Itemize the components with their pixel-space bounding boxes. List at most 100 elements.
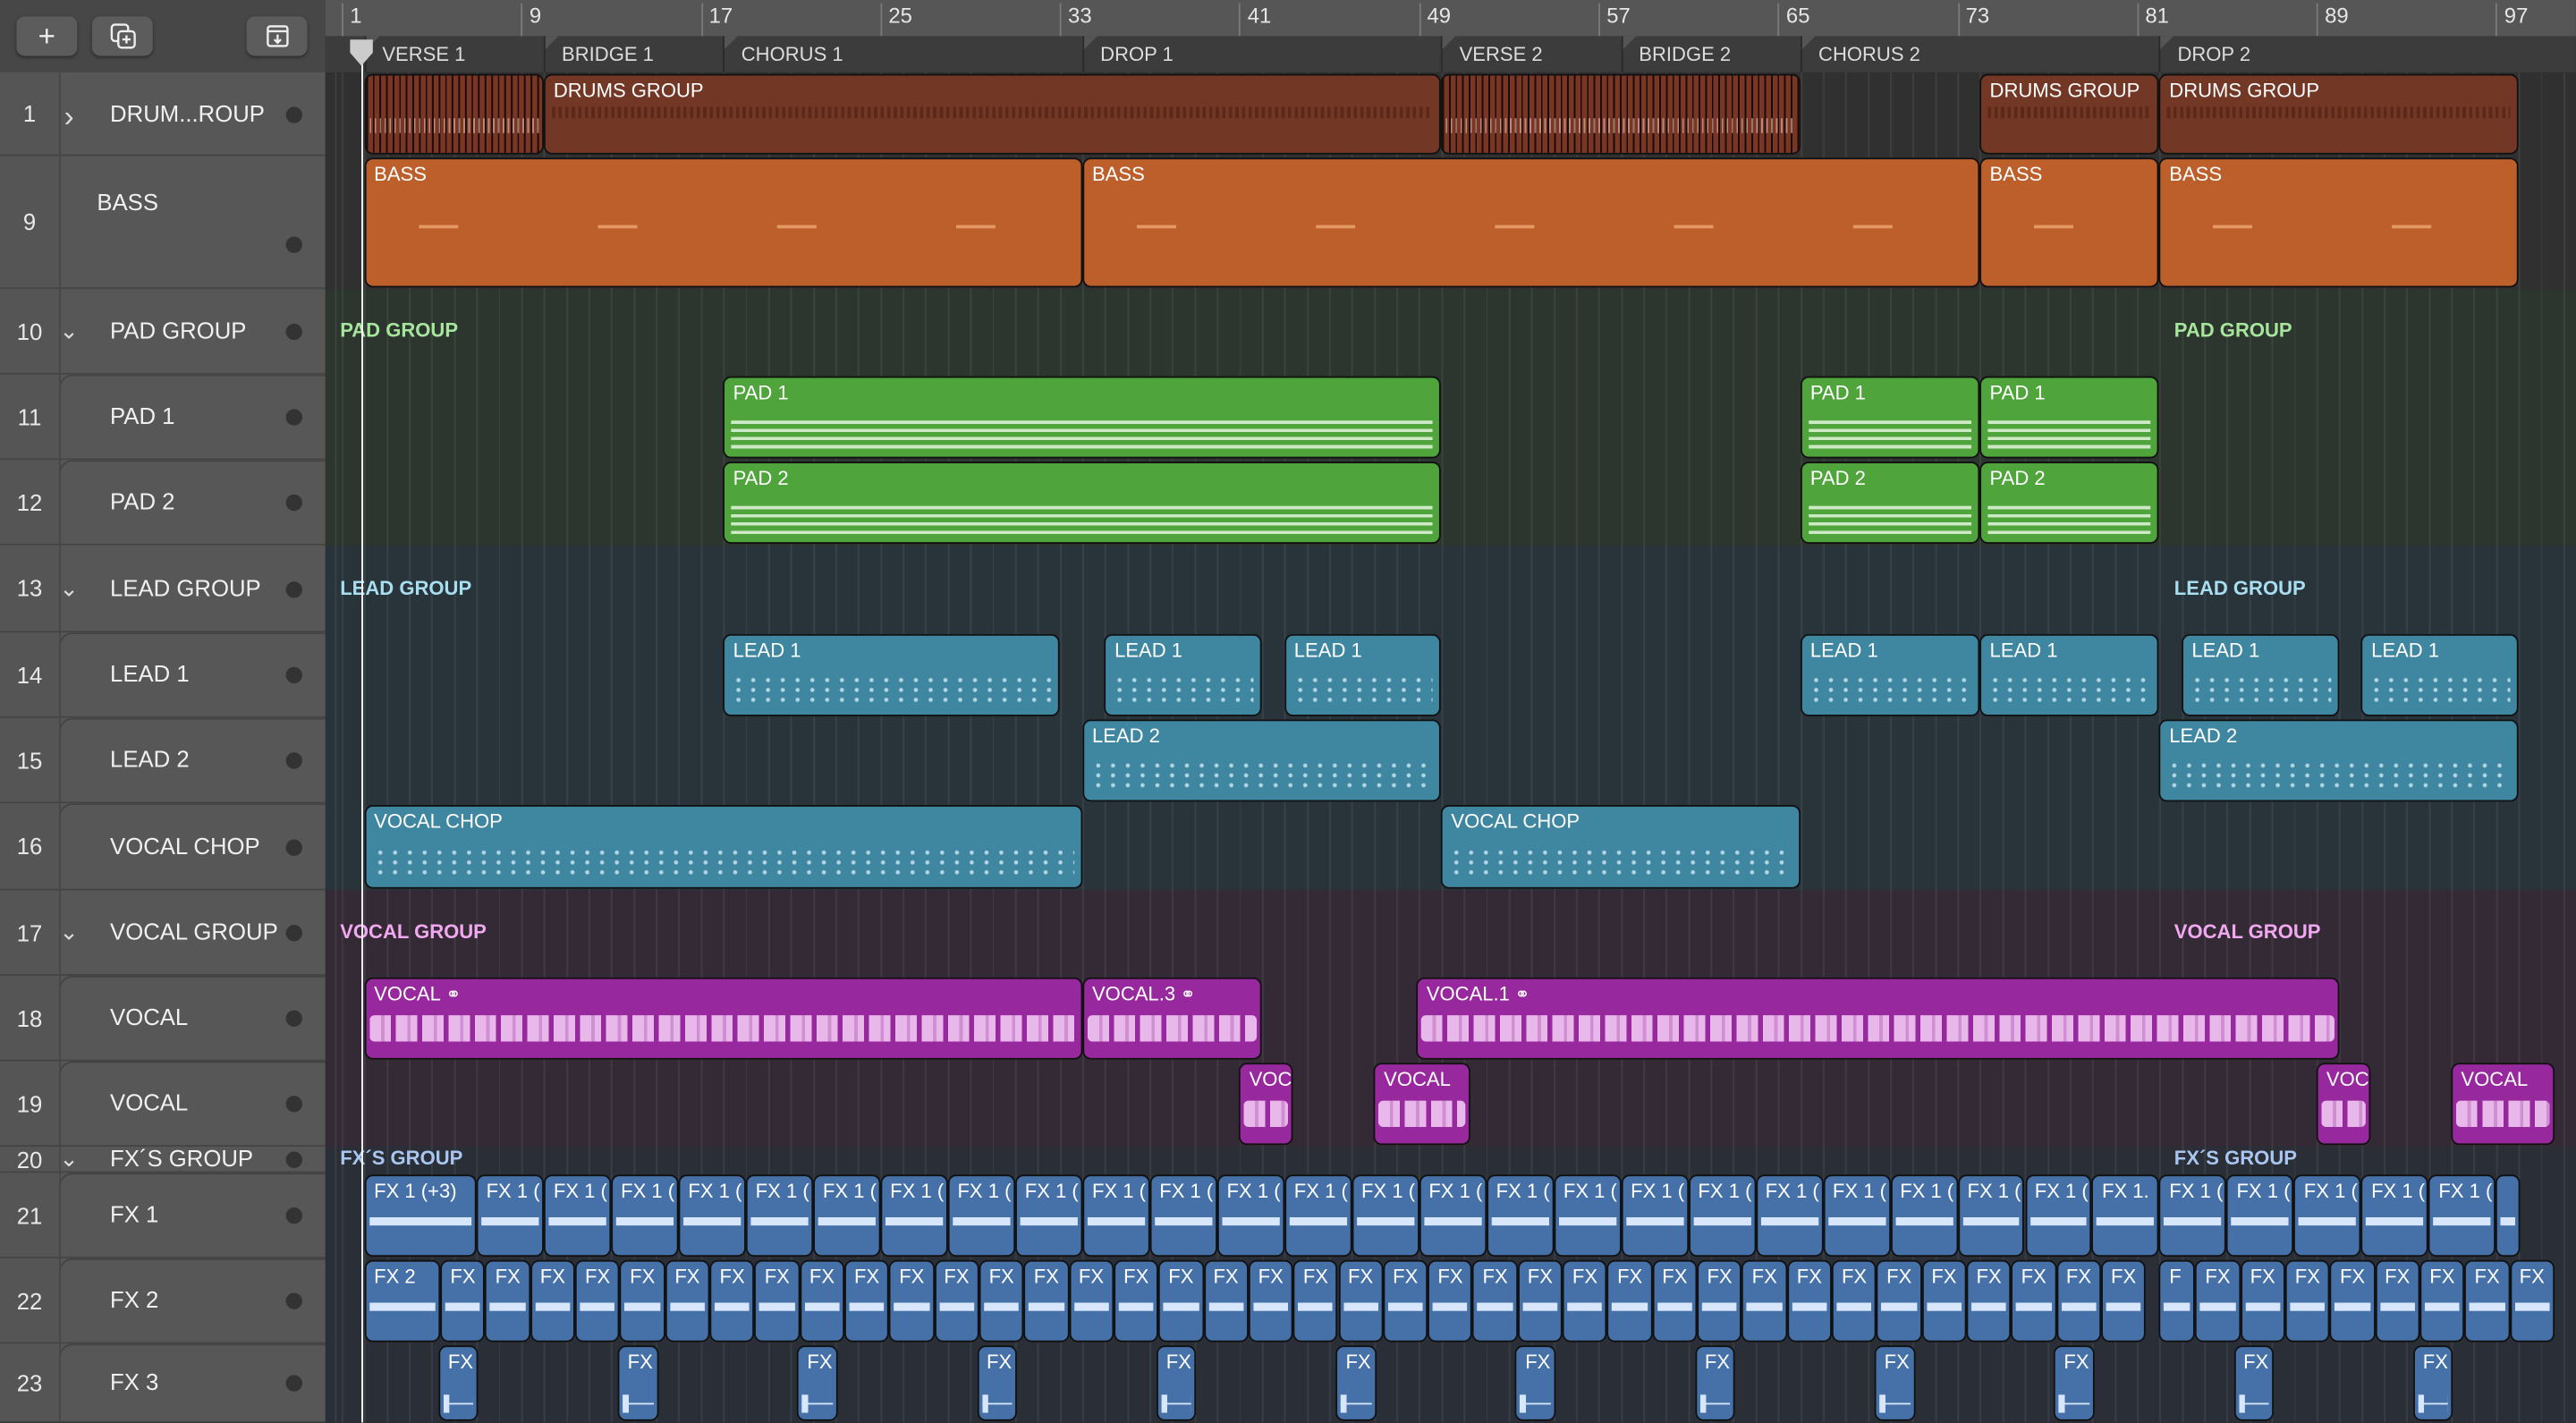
marker-verse-2[interactable]: VERSE 2 — [1441, 36, 1543, 72]
fx-region[interactable]: FX — [1472, 1259, 1518, 1343]
fx-region[interactable]: FX — [2375, 1259, 2420, 1343]
fx-region[interactable]: FX 1 ( — [2226, 1174, 2294, 1258]
record-enable-dot[interactable] — [285, 409, 302, 426]
fx-region[interactable]: FX — [2284, 1259, 2330, 1343]
fx-region[interactable]: FX — [2054, 1345, 2095, 1421]
fx-region[interactable]: FX — [2101, 1259, 2147, 1343]
track-header-fx-2[interactable]: 22 FX 2 — [0, 1258, 326, 1344]
record-enable-dot[interactable] — [285, 666, 302, 684]
chevron-down-icon[interactable]: ⌄ — [59, 1145, 79, 1173]
fx-region[interactable]: FX — [1203, 1259, 1249, 1343]
playhead[interactable] — [361, 42, 363, 1423]
vocal-region[interactable]: VOCAL — [2451, 1063, 2555, 1146]
pad-region[interactable]: PAD 2 — [723, 462, 1442, 544]
fx-region[interactable]: FX — [1515, 1345, 1556, 1421]
fx-region[interactable]: FX — [754, 1259, 800, 1343]
fx-region[interactable]: FX 1 ( — [1081, 1174, 1150, 1258]
fx-region[interactable]: FX — [1292, 1259, 1338, 1343]
fx-region[interactable]: FX 1 ( — [1149, 1174, 1217, 1258]
fx-region[interactable]: FX — [437, 1345, 479, 1421]
record-enable-dot[interactable] — [285, 494, 302, 512]
duplicate-track-button[interactable] — [91, 16, 153, 56]
marker-verse-1[interactable]: VERSE 1 — [364, 36, 465, 72]
fx-region[interactable]: FX 1 ( — [1688, 1174, 1756, 1258]
vocal-region[interactable]: VOCAL — [1374, 1063, 1471, 1146]
fx-region[interactable]: FX — [2233, 1345, 2275, 1421]
fx-region[interactable]: FX — [709, 1259, 755, 1343]
fx-region[interactable]: FX 1 ( — [678, 1174, 746, 1258]
fx-region[interactable]: FX — [1921, 1259, 1967, 1343]
lead-region[interactable]: LEAD 2 — [1081, 719, 1442, 802]
chevron-down-icon[interactable]: ⌄ — [59, 574, 79, 602]
fx-region[interactable]: FX — [1068, 1259, 1114, 1343]
bass-region[interactable]: BASS — [1979, 157, 2160, 288]
fx-region[interactable]: FX — [1114, 1259, 1159, 1343]
track-header-lead-group[interactable]: 13 ⌄ LEAD GROUP — [0, 545, 326, 633]
pad-region[interactable]: PAD 1 — [1800, 376, 1980, 459]
track-header-pad-group[interactable]: 10 ⌄ PAD GROUP — [0, 289, 326, 375]
record-enable-dot[interactable] — [285, 752, 302, 769]
lead-region[interactable]: LEAD 1 — [1800, 633, 1980, 716]
fx-region[interactable]: FX — [1023, 1259, 1069, 1343]
chevron-down-icon[interactable]: ⌄ — [59, 919, 79, 946]
record-enable-dot[interactable] — [285, 236, 302, 253]
fx-region[interactable] — [2496, 1174, 2521, 1258]
fx-region[interactable]: FX 1 ( — [1621, 1174, 1689, 1258]
track-header-lead-1[interactable]: 14 LEAD 1 — [0, 632, 326, 718]
track-header-vocal[interactable]: 18 VOCAL — [0, 975, 326, 1062]
fx-region[interactable]: FX 2 — [364, 1259, 441, 1343]
fx-region[interactable]: FX — [889, 1259, 935, 1343]
pad-region[interactable]: PAD 2 — [1979, 462, 2160, 544]
lead-region[interactable]: LEAD 1 — [1105, 633, 1262, 716]
fx-region[interactable]: FX — [617, 1345, 658, 1421]
record-enable-dot[interactable] — [285, 1375, 302, 1392]
track-header-pad-1[interactable]: 11 PAD 1 — [0, 374, 326, 461]
fx-region[interactable]: FX 1 ( — [1419, 1174, 1487, 1258]
pad-region[interactable]: PAD 2 — [1800, 462, 1980, 544]
fx-region[interactable]: FX 1 ( — [1890, 1174, 1958, 1258]
fx-region[interactable]: FX — [440, 1259, 486, 1343]
lead-region[interactable]: LEAD 1 — [2361, 633, 2519, 716]
fx-region[interactable]: FX — [2419, 1259, 2465, 1343]
marker-chorus-2[interactable]: CHORUS 2 — [1800, 36, 1920, 72]
vocal-region[interactable]: VOC — [2316, 1063, 2371, 1146]
track-header-vocal-group[interactable]: 17 ⌄ VOCAL GROUP — [0, 890, 326, 976]
chevron-right-icon[interactable]: › — [59, 99, 79, 134]
fx-region[interactable]: FX 1 ( — [1755, 1174, 1823, 1258]
fx-region[interactable]: FX — [620, 1259, 665, 1343]
fx-region[interactable]: FX 1. — [2091, 1174, 2160, 1258]
fx-region[interactable]: FX — [1562, 1259, 1608, 1343]
fx-region[interactable]: FX — [2055, 1259, 2101, 1343]
marker-track[interactable]: VERSE 1 BRIDGE 1 CHORUS 1 DROP 1 VERSE 2 BRID… — [325, 36, 2576, 72]
lead-region[interactable]: LEAD 1 — [1979, 633, 2160, 716]
marker-drop-1[interactable]: DROP 1 — [1081, 36, 1174, 72]
fx-region[interactable]: FX — [485, 1259, 530, 1343]
fx-region[interactable]: FX 1 ( — [2361, 1174, 2429, 1258]
fx-region[interactable]: FX — [1248, 1259, 1293, 1343]
fx-region[interactable]: FX 1 ( — [2159, 1174, 2227, 1258]
bass-region[interactable]: BASS — [2159, 157, 2519, 288]
marker-bridge-1[interactable]: BRIDGE 1 — [543, 36, 654, 72]
drums_pattern-region[interactable] — [1441, 73, 1801, 155]
record-enable-dot[interactable] — [285, 323, 302, 341]
fx-region[interactable]: FX — [1335, 1345, 1377, 1421]
fx-region[interactable]: FX 1 ( — [476, 1174, 544, 1258]
lead-region[interactable]: VOCAL CHOP — [1441, 804, 1801, 889]
fx-region[interactable]: FX — [1697, 1259, 1742, 1343]
fx-region[interactable]: FX 1 ( — [880, 1174, 948, 1258]
track-header-fx-3[interactable]: 23 FX 3 — [0, 1343, 326, 1423]
record-enable-dot[interactable] — [285, 1096, 302, 1113]
fx-region[interactable]: FX — [797, 1345, 838, 1421]
marker-drop-2[interactable]: DROP 2 — [2159, 36, 2250, 72]
vocal-region[interactable]: VOCAL.1 ⚭ — [1416, 977, 2339, 1060]
add-track-button[interactable]: + — [16, 16, 78, 56]
fx-region[interactable]: FX — [979, 1259, 1024, 1343]
fx-region[interactable]: FX 1 ( — [1957, 1174, 2025, 1258]
marker-bridge-2[interactable]: BRIDGE 2 — [1621, 36, 1731, 72]
vocal-region[interactable]: VOCAL.3 ⚭ — [1081, 977, 1262, 1060]
fx-region[interactable]: FX — [1652, 1259, 1698, 1343]
fx-region[interactable]: FX 1 ( — [1486, 1174, 1554, 1258]
fx-region[interactable]: FX 1 ( — [2428, 1174, 2496, 1258]
record-enable-dot[interactable] — [285, 925, 302, 942]
fx-region[interactable]: FX — [1741, 1259, 1787, 1343]
